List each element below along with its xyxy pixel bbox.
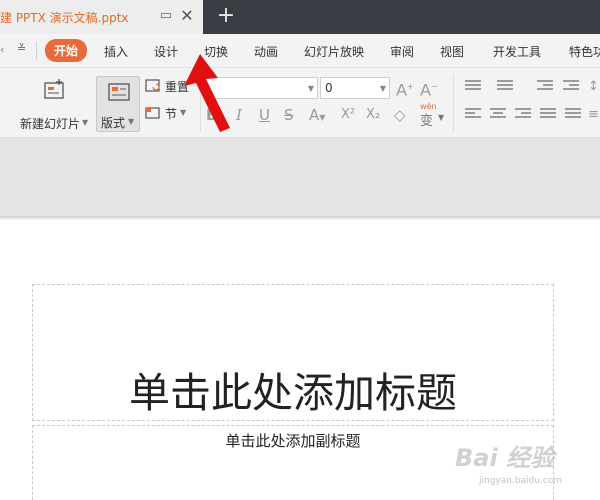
layout-label: 版式 xyxy=(101,116,126,130)
menu-scroll-left-icon[interactable]: ‹ xyxy=(0,43,4,56)
reset-icon xyxy=(145,79,160,92)
window-mode-icon[interactable]: ▭ xyxy=(158,8,174,24)
ribbon-divider xyxy=(453,74,454,132)
tab-developer[interactable]: 开发工具 xyxy=(493,43,541,60)
layout-icon xyxy=(108,83,130,101)
chevron-down-icon: ▼ xyxy=(438,113,445,122)
pinyin-char: 变 xyxy=(420,114,434,129)
decrease-indent-icon[interactable] xyxy=(537,80,553,94)
close-icon[interactable]: ✕ xyxy=(179,7,195,25)
superscript-icon[interactable]: X² xyxy=(341,106,355,124)
editor-background xyxy=(0,138,600,218)
increase-indent-icon[interactable] xyxy=(563,80,579,94)
tab-insert[interactable]: 插入 xyxy=(104,43,128,60)
new-slide-icon xyxy=(44,79,64,99)
section-icon xyxy=(145,107,160,119)
new-tab-button[interactable]: + xyxy=(216,4,236,28)
decrease-font-size-icon[interactable]: A− xyxy=(420,78,438,99)
watermark-brand: Bai 经验 xyxy=(455,444,555,472)
pinyin-guide-button[interactable]: wén 变 ▼ xyxy=(418,102,446,129)
tab-slideshow[interactable]: 幻灯片放映 xyxy=(304,43,364,60)
watermark-url: jingyan.baidu.com xyxy=(479,476,563,486)
menu-divider xyxy=(36,42,37,60)
line-spacing-icon[interactable]: ≡ xyxy=(588,106,599,124)
align-left-icon[interactable] xyxy=(465,108,481,122)
baidu-watermark: Bai 经验 jingyan.baidu.com xyxy=(455,432,595,496)
ribbon-toolbar: 新建幻灯片 ▼ 版式 ▼ 重置 节 ▼ ▼ 0 ▼ A+ A− I U S A▼… xyxy=(0,68,600,138)
title-bar: 建 PPTX 演示文稿.pptx ▭ ✕ + xyxy=(0,0,600,34)
quick-access-dropdown-icon[interactable]: ≚ xyxy=(17,42,26,55)
tab-design[interactable]: 设计 xyxy=(154,43,178,60)
title-placeholder-text: 单击此处添加标题 xyxy=(129,369,457,417)
strikethrough-icon[interactable]: S xyxy=(284,106,294,124)
document-title: 建 PPTX 演示文稿.pptx xyxy=(0,11,129,25)
tab-animations[interactable]: 动画 xyxy=(254,43,278,60)
chevron-down-icon: ▼ xyxy=(307,84,314,93)
new-slide-button[interactable]: 新建幻灯片 ▼ xyxy=(18,76,90,132)
text-direction-icon[interactable]: ↕ xyxy=(588,78,599,96)
subscript-icon[interactable]: X₂ xyxy=(366,106,380,124)
menu-bar: ‹ ≚ 开始 插入 设计 切换 动画 幻灯片放映 审阅 视图 开发工具 特色功 xyxy=(0,34,600,68)
chevron-down-icon: ▼ xyxy=(379,84,386,93)
title-placeholder[interactable]: 单击此处添加标题 xyxy=(32,284,554,421)
new-slide-label: 新建幻灯片 xyxy=(20,117,81,131)
font-size-select[interactable]: 0 ▼ xyxy=(320,77,390,99)
annotation-arrow-icon xyxy=(184,54,230,132)
text-shadow-icon[interactable]: A▼ xyxy=(309,106,325,127)
bullet-list-icon[interactable] xyxy=(465,80,481,94)
section-label: 节 xyxy=(165,107,178,121)
distributed-align-icon[interactable] xyxy=(565,108,581,122)
tab-view[interactable]: 视图 xyxy=(440,43,464,60)
document-tab[interactable]: 建 PPTX 演示文稿.pptx ▭ ✕ xyxy=(0,0,203,34)
align-center-icon[interactable] xyxy=(490,108,506,122)
font-size-value: 0 xyxy=(325,81,333,95)
eraser-icon[interactable]: ◇ xyxy=(394,106,406,124)
underline-icon[interactable]: U xyxy=(259,106,270,124)
tab-home[interactable]: 开始 xyxy=(45,39,88,62)
tab-special[interactable]: 特色功 xyxy=(569,43,600,60)
layout-button[interactable]: 版式 ▼ xyxy=(96,76,140,132)
numbered-list-icon[interactable] xyxy=(497,80,513,94)
align-right-icon[interactable] xyxy=(515,108,531,122)
increase-font-size-icon[interactable]: A+ xyxy=(396,78,414,99)
chevron-down-icon: ▼ xyxy=(128,117,135,126)
justify-icon[interactable] xyxy=(540,108,556,122)
chevron-down-icon: ▼ xyxy=(82,118,89,127)
tab-review[interactable]: 审阅 xyxy=(390,43,414,60)
